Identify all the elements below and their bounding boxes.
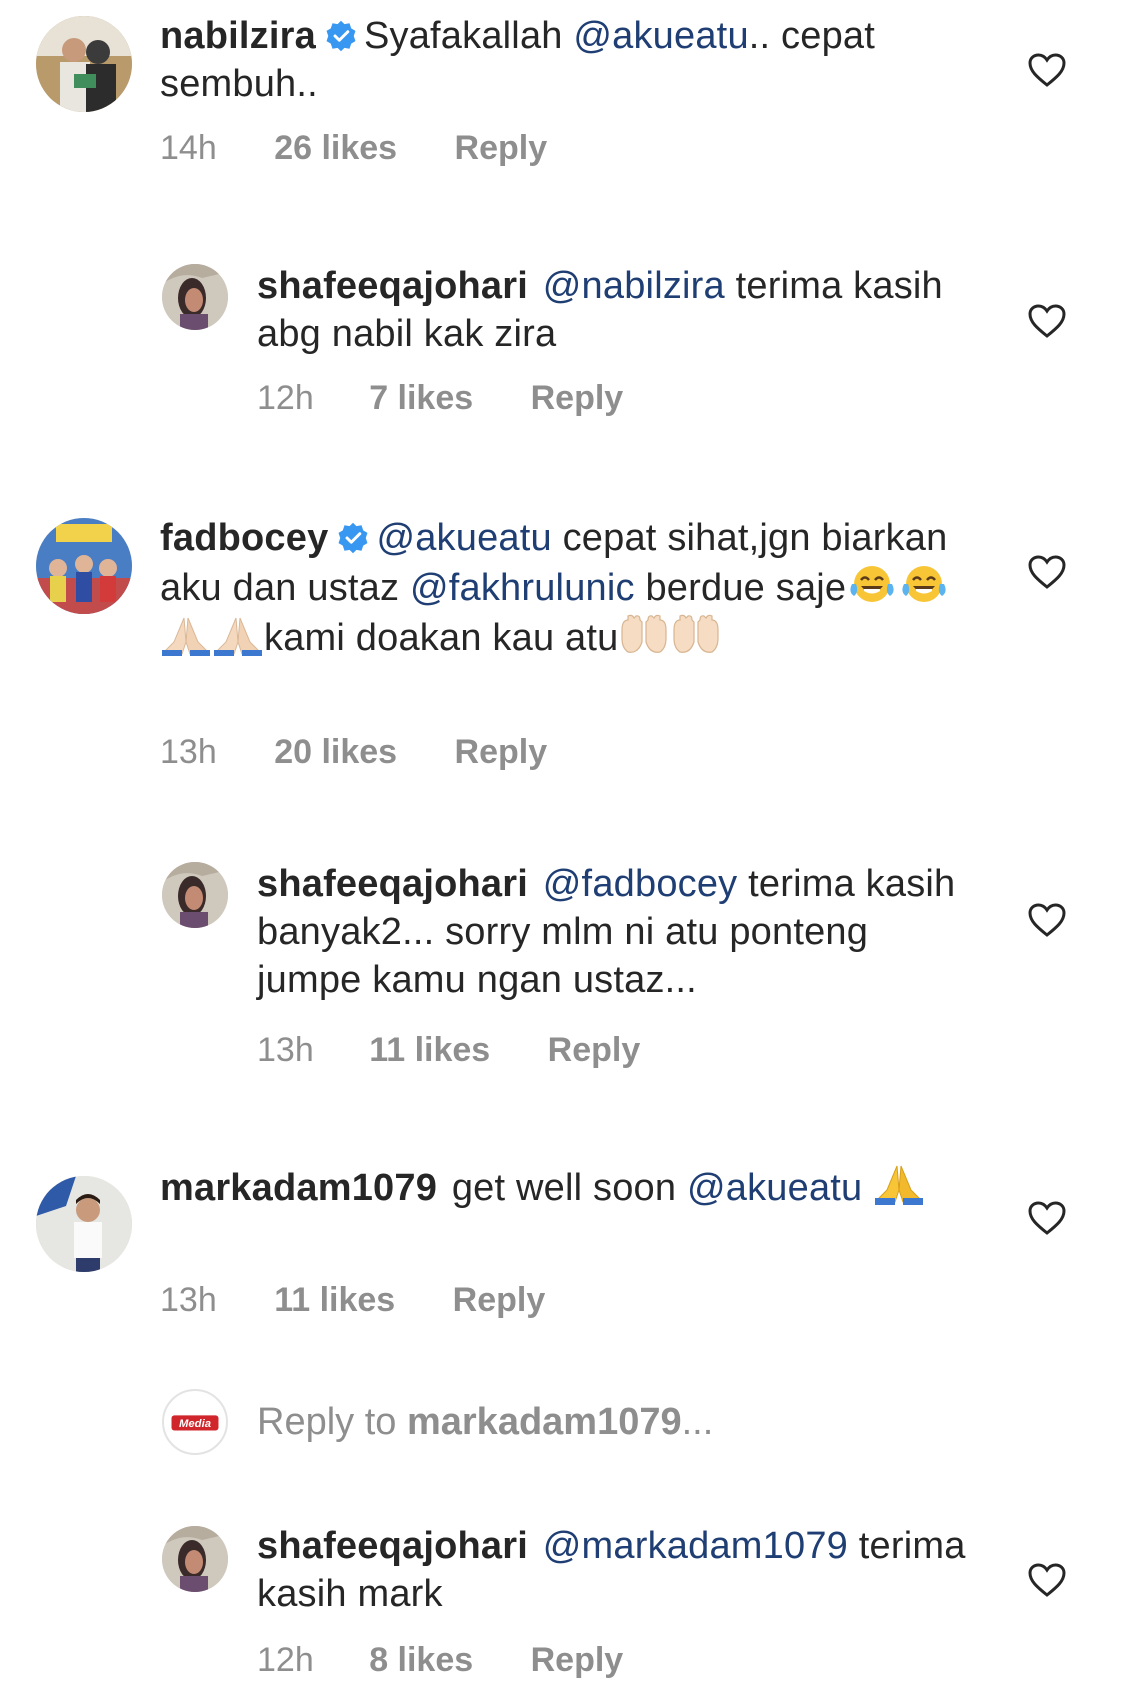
- own-avatar-media-logo: Media: [162, 1389, 228, 1455]
- timestamp: 13h: [160, 733, 217, 771]
- reply-prefix: Reply to: [257, 1401, 407, 1443]
- avatar[interactable]: [36, 16, 132, 112]
- folded-hands-light-emoji-icon: [212, 612, 264, 656]
- likes-count[interactable]: 11 likes: [369, 1031, 490, 1069]
- likes-count[interactable]: 8 likes: [369, 1641, 473, 1679]
- comment-text: fadbocey @akueatu cepat sihat,jgn biarkan…: [160, 514, 980, 662]
- like-heart-icon[interactable]: [1027, 1200, 1067, 1236]
- reply-button[interactable]: Reply: [531, 379, 624, 417]
- mention-link[interactable]: @akueatu: [376, 517, 551, 559]
- likes-count[interactable]: 26 likes: [274, 129, 397, 167]
- avatar[interactable]: [36, 1176, 132, 1272]
- avatar[interactable]: [36, 518, 132, 614]
- username[interactable]: shafeeqajohari: [257, 265, 528, 307]
- comment-text: shafeeqajohari @markadam1079 terima kasi…: [257, 1522, 980, 1618]
- comment-text: markadam1079 get well soon @akueatu: [160, 1162, 980, 1212]
- mention-link[interactable]: @markadam1079: [543, 1525, 848, 1567]
- comment-meta: 13h 20 likes Reply: [160, 732, 547, 772]
- likes-count[interactable]: 7 likes: [369, 379, 473, 417]
- username[interactable]: nabilzira: [160, 15, 316, 57]
- username[interactable]: fadbocey: [160, 517, 328, 559]
- comment-meta: 12h 7 likes Reply: [257, 378, 623, 418]
- verified-badge-icon: [326, 20, 356, 52]
- reply-suffix: ...: [681, 1401, 714, 1443]
- raised-palms-emoji-icon: [670, 612, 722, 656]
- like-heart-icon[interactable]: [1027, 554, 1067, 590]
- comment-text: shafeeqajohari @fadbocey terima kasih ba…: [257, 860, 980, 1004]
- reply-button[interactable]: Reply: [531, 1641, 624, 1679]
- username[interactable]: shafeeqajohari: [257, 863, 528, 905]
- username[interactable]: shafeeqajohari: [257, 1525, 528, 1567]
- comment-meta: 13h 11 likes Reply: [160, 1280, 545, 1320]
- reply-input-placeholder[interactable]: Reply to markadam1079...: [257, 1398, 713, 1446]
- mention-link[interactable]: @nabilzira: [543, 265, 725, 307]
- comment-meta: 13h 11 likes Reply: [257, 1030, 640, 1070]
- reply-target-username: markadam1079: [406, 1401, 682, 1443]
- comment-text-segment: kami doakan kau atu: [264, 617, 619, 659]
- tears-of-joy-emoji-icon: [898, 562, 950, 606]
- comment-text: shafeeqajohari @nabilzira terima kasih a…: [257, 262, 980, 358]
- reply-button[interactable]: Reply: [453, 1281, 546, 1319]
- comment-meta: 12h 8 likes Reply: [257, 1640, 623, 1680]
- avatar[interactable]: [162, 1526, 228, 1592]
- likes-count[interactable]: 11 likes: [274, 1281, 395, 1319]
- comment-text: nabilzira Syafakallah @akueatu.. cepat se…: [160, 12, 980, 108]
- tears-of-joy-emoji-icon: [846, 562, 898, 606]
- timestamp: 13h: [257, 1031, 314, 1069]
- folded-hands-light-emoji-icon: [160, 612, 212, 656]
- avatar[interactable]: [162, 264, 228, 330]
- comment-meta: 14h 26 likes Reply: [160, 128, 547, 168]
- like-heart-icon[interactable]: [1027, 1562, 1067, 1598]
- media-logo-text: Media: [179, 1418, 211, 1430]
- like-heart-icon[interactable]: [1027, 52, 1067, 88]
- username[interactable]: markadam1079: [160, 1167, 437, 1209]
- comment-text-segment: [862, 1167, 873, 1209]
- like-heart-icon[interactable]: [1027, 902, 1067, 938]
- mention-link[interactable]: @akueatu: [573, 15, 748, 57]
- like-heart-icon[interactable]: [1027, 303, 1067, 339]
- mention-link[interactable]: @fakhrulunic: [410, 567, 635, 609]
- timestamp: 12h: [257, 379, 314, 417]
- reply-button[interactable]: Reply: [548, 1031, 641, 1069]
- likes-count[interactable]: 20 likes: [274, 733, 397, 771]
- comment-segments: get well soon @akueatu: [451, 1165, 925, 1209]
- timestamp: 12h: [257, 1641, 314, 1679]
- folded-hands-yellow-emoji-icon: [873, 1162, 925, 1206]
- raised-palms-emoji-icon: [618, 612, 670, 656]
- timestamp: 14h: [160, 129, 217, 167]
- comment-text-segment: Syafakallah: [363, 15, 574, 57]
- comment-text-segment: berdue saje: [634, 567, 847, 609]
- reply-button[interactable]: Reply: [455, 733, 548, 771]
- timestamp: 13h: [160, 1281, 217, 1319]
- mention-link[interactable]: @akueatu: [687, 1167, 862, 1209]
- avatar[interactable]: [162, 862, 228, 928]
- reply-button[interactable]: Reply: [455, 129, 548, 167]
- verified-badge-icon: [338, 522, 368, 554]
- comment-text-segment: get well soon: [451, 1167, 687, 1209]
- mention-link[interactable]: @fadbocey: [543, 863, 738, 905]
